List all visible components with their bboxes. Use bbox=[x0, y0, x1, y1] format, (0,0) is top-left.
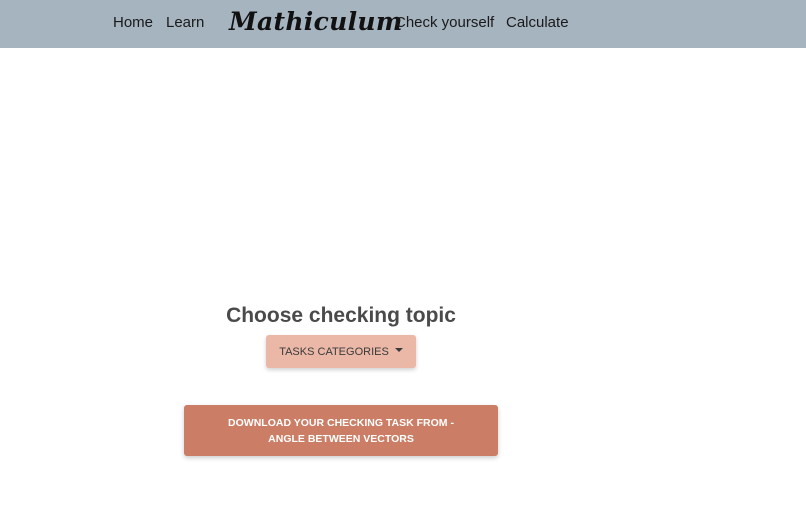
brand-logo[interactable]: Mathiculum bbox=[229, 6, 403, 38]
nav-link-home[interactable]: Home bbox=[113, 14, 153, 32]
dropdown-label: TASKS CATEGORIES bbox=[279, 345, 389, 358]
nav-link-check-yourself[interactable]: Check yourself bbox=[395, 14, 494, 32]
download-button-label: DOWNLOAD YOUR CHECKING TASK FROM - ANGLE… bbox=[228, 416, 454, 445]
download-task-button[interactable]: DOWNLOAD YOUR CHECKING TASK FROM - ANGLE… bbox=[184, 405, 498, 456]
nav-link-learn[interactable]: Learn bbox=[166, 14, 204, 32]
caret-down-icon bbox=[394, 347, 403, 352]
page-title: Choose checking topic bbox=[226, 304, 456, 327]
nav-link-calculate[interactable]: Calculate bbox=[506, 14, 569, 32]
tasks-categories-dropdown[interactable]: TASKS CATEGORIES bbox=[266, 335, 416, 368]
top-navbar: Home Learn Mathiculum Check yourself Cal… bbox=[0, 0, 806, 48]
